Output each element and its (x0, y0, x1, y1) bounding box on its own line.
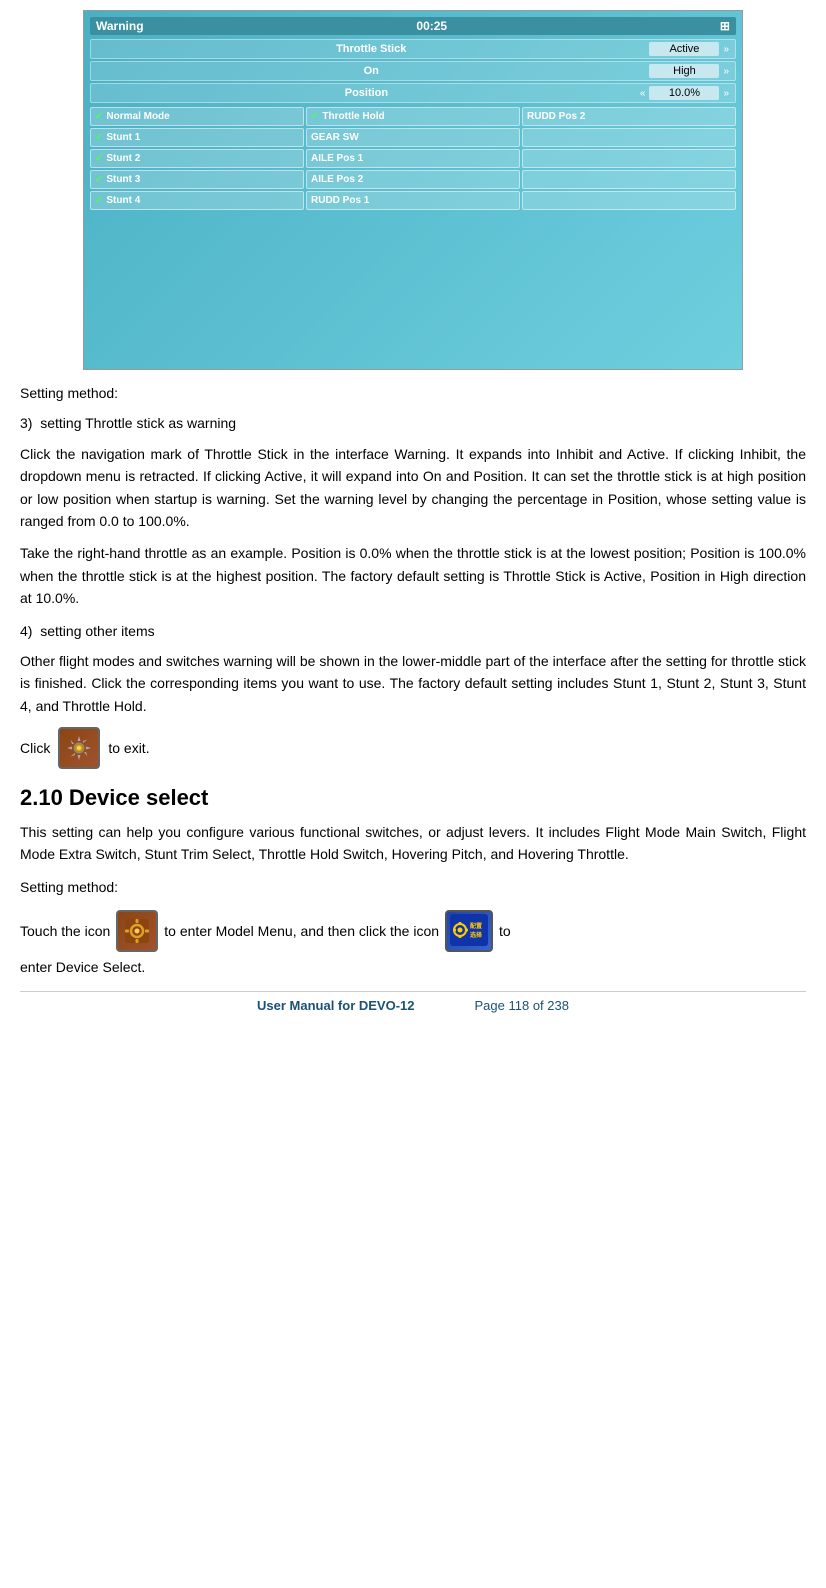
click-exit-line: Click to exit. (20, 727, 806, 769)
device-select-icon-box[interactable]: 配置 选择 (445, 910, 493, 952)
screen-grid: ✓Normal Mode ✓Throttle Hold RUDD Pos 2 ✓… (90, 107, 736, 210)
step4-number: 4) (20, 623, 32, 639)
on-value: High (649, 64, 719, 78)
screen-time: 00:25 (416, 19, 447, 33)
grid-stunt4: ✓Stunt 4 (90, 191, 304, 210)
model-menu-icon-box[interactable] (116, 910, 158, 952)
step3-text: setting Throttle stick as warning (40, 415, 236, 431)
footer-title: User Manual for DEVO-12 (257, 998, 415, 1013)
on-label: On (95, 65, 647, 77)
throttle-value: Active (649, 42, 719, 56)
model-menu-icon (123, 917, 151, 945)
grid-stunt1: ✓Stunt 1 (90, 128, 304, 147)
step4-heading: 4) setting other items (20, 620, 806, 642)
grid-normal-mode: ✓Normal Mode (90, 107, 304, 126)
setting-method2-label: Setting method: (20, 876, 806, 898)
exit-icon (65, 734, 93, 762)
touch-icon-line: Touch the icon to enter Model Menu, and … (20, 910, 806, 952)
para4: This setting can help you configure vari… (20, 821, 806, 866)
touch-icon-section: Touch the icon to enter Model Menu, and … (20, 910, 806, 978)
device-select-icon: 配置 选择 (450, 914, 488, 949)
step3-heading: 3) setting Throttle stick as warning (20, 412, 806, 434)
enter-device-select: enter Device Select. (20, 956, 806, 978)
para2: Take the right-hand throttle as an examp… (20, 542, 806, 609)
grid-empty4 (522, 191, 736, 210)
touch-middle: to enter Model Menu, and then click the … (164, 919, 439, 944)
grid-empty2 (522, 149, 736, 168)
position-arrow-right: » (721, 88, 731, 99)
grid-aile-pos1: AILE Pos 1 (306, 149, 520, 168)
click-suffix: to exit. (108, 740, 149, 756)
click-prefix: Click (20, 740, 50, 756)
grid-empty1 (522, 128, 736, 147)
position-value: 10.0% (649, 86, 719, 100)
step4-text: setting other items (40, 623, 154, 639)
screen-warning-label: Warning (96, 19, 144, 33)
screen-icon: ⊞ (720, 19, 730, 33)
grid-rudd-pos1: RUDD Pos 1 (306, 191, 520, 210)
grid-stunt2: ✓Stunt 2 (90, 149, 304, 168)
grid-gear-sw: GEAR SW (306, 128, 520, 147)
exit-icon-box[interactable] (58, 727, 100, 769)
svg-text:配置: 配置 (470, 922, 482, 930)
step3-number: 3) (20, 415, 32, 431)
throttle-label: Throttle Stick (95, 43, 647, 55)
throttle-arrow-right: » (721, 44, 731, 55)
footer: User Manual for DEVO-12 Page 118 of 238 (20, 991, 806, 1013)
screen-row-on: On High » (90, 61, 736, 81)
screen-row-throttle: Throttle Stick Active » (90, 39, 736, 59)
screenshot-image: Warning 00:25 ⊞ Throttle Stick Active » … (83, 10, 743, 370)
screen-row-position: Position « 10.0% » (90, 83, 736, 103)
footer-page-info: Page 118 of 238 (475, 998, 569, 1013)
svg-text:选择: 选择 (470, 931, 483, 939)
para3: Other flight modes and switches warning … (20, 650, 806, 717)
grid-stunt3: ✓Stunt 3 (90, 170, 304, 189)
grid-rudd-pos2: RUDD Pos 2 (522, 107, 736, 126)
section-title: 2.10 Device select (20, 785, 806, 811)
grid-aile-pos2: AILE Pos 2 (306, 170, 520, 189)
position-arrow-left: « (638, 88, 648, 99)
on-arrow-right: » (721, 66, 731, 77)
touch-prefix: Touch the icon (20, 919, 110, 944)
setting-method-label: Setting method: (20, 382, 806, 404)
main-content: Warning 00:25 ⊞ Throttle Stick Active » … (20, 10, 806, 1013)
screen-header: Warning 00:25 ⊞ (90, 17, 736, 35)
touch-suffix: to (499, 919, 511, 944)
position-label: Position (95, 87, 638, 99)
grid-empty3 (522, 170, 736, 189)
grid-throttle-hold: ✓Throttle Hold (306, 107, 520, 126)
para1: Click the navigation mark of Throttle St… (20, 443, 806, 533)
